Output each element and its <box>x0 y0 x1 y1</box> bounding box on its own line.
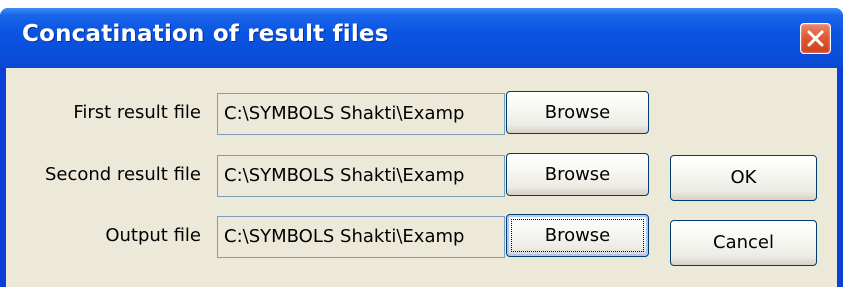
ok-button[interactable]: OK <box>670 155 817 201</box>
first-result-file-label: First result file <box>73 102 201 123</box>
second-result-browse-button[interactable]: Browse <box>506 153 649 196</box>
first-result-browse-button[interactable]: Browse <box>506 91 649 134</box>
output-browse-button[interactable]: Browse <box>506 214 649 257</box>
title-bar[interactable]: Concatination of result files <box>0 8 843 68</box>
dialog-window: Concatination of result files First resu… <box>0 8 843 287</box>
close-icon <box>807 30 824 47</box>
window-title: Concatination of result files <box>22 21 389 47</box>
second-result-file-field[interactable]: C:\SYMBOLS Shakti\Examp <box>217 155 505 197</box>
first-result-file-field[interactable]: C:\SYMBOLS Shakti\Examp <box>217 93 505 135</box>
output-file-label: Output file <box>105 225 201 246</box>
cancel-button[interactable]: Cancel <box>670 220 817 266</box>
output-browse-label: Browse <box>544 225 611 246</box>
output-file-field[interactable]: C:\SYMBOLS Shakti\Examp <box>217 216 505 258</box>
second-result-file-label: Second result file <box>44 164 201 185</box>
dialog-body: First result file C:\SYMBOLS Shakti\Exam… <box>6 68 837 287</box>
close-button[interactable] <box>800 23 831 54</box>
